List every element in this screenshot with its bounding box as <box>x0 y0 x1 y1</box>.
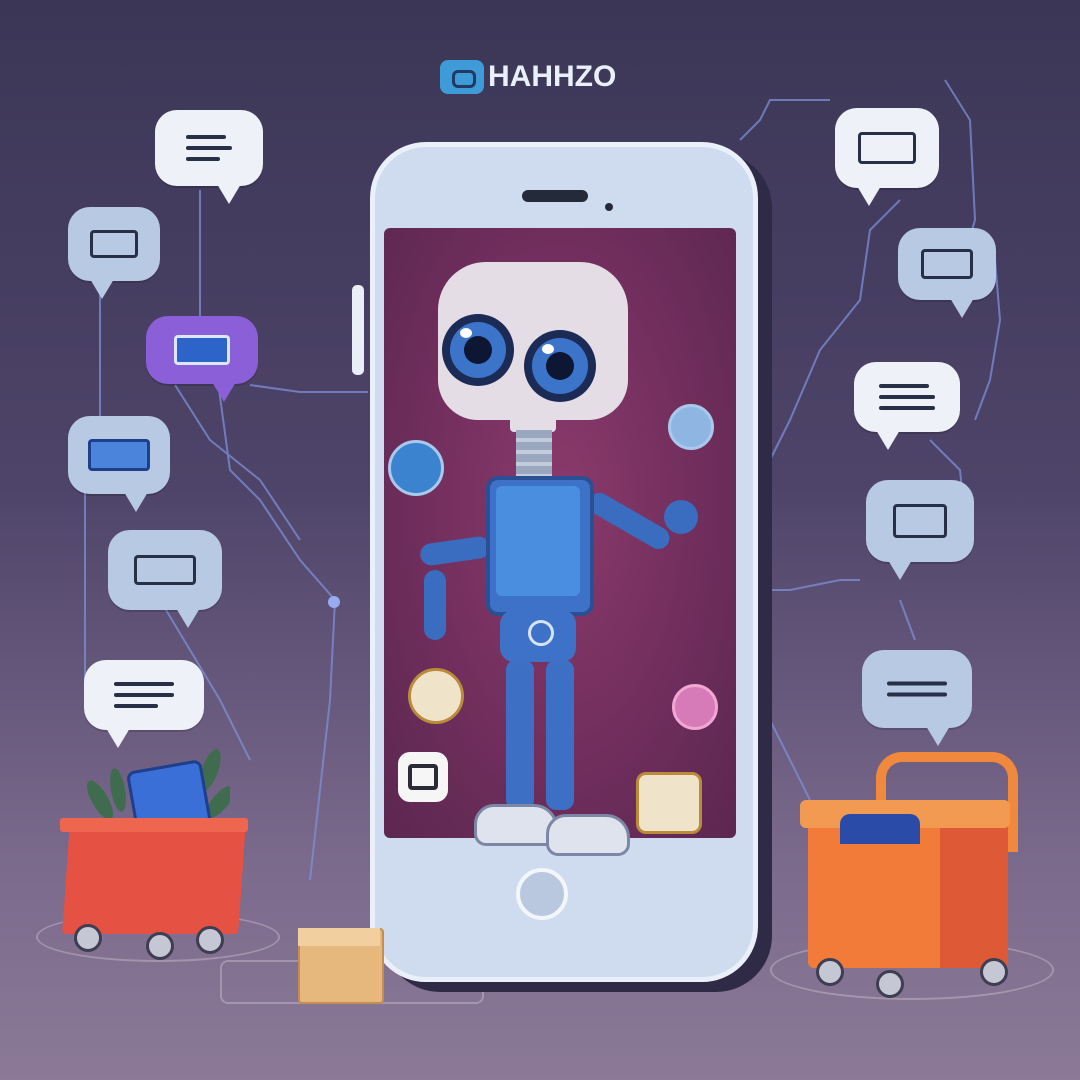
text-lines-icon <box>879 377 935 417</box>
cart-wheel <box>74 924 102 952</box>
document-icon <box>636 772 702 834</box>
robot-leg-left <box>506 660 534 810</box>
card-icon <box>90 230 138 258</box>
cart-wheel <box>876 970 904 998</box>
chat-bubble <box>854 362 960 450</box>
chat-bubble <box>146 316 258 402</box>
cart-rim <box>60 818 248 832</box>
cart-contents <box>840 814 920 844</box>
chat-bubble <box>898 228 996 318</box>
cart-wheel <box>196 926 224 954</box>
text-lines-icon <box>186 128 232 168</box>
card-icon <box>858 132 916 164</box>
card-icon <box>893 504 947 538</box>
shield-icon <box>408 668 464 724</box>
chat-bubble <box>862 650 972 746</box>
chat-bubble <box>108 530 222 628</box>
card-icon <box>921 249 973 279</box>
robot-hand <box>664 500 698 534</box>
chat-bubble <box>68 207 160 299</box>
chat-bubble <box>155 110 263 204</box>
chat-bubble <box>68 416 170 512</box>
phone-speaker <box>522 190 588 202</box>
cart-side-panel <box>940 818 1008 968</box>
robot-shoe <box>546 814 630 856</box>
cart-wheel <box>146 932 174 960</box>
phone-side-button <box>352 285 364 375</box>
text-lines-icon <box>887 675 947 704</box>
chat-bubble <box>84 660 204 748</box>
robot-neck <box>516 430 552 480</box>
home-button[interactable] <box>516 868 568 920</box>
robot-leg-right <box>546 660 574 810</box>
globe-icon <box>388 440 444 496</box>
cart-wheel <box>816 958 844 986</box>
chat-bubble <box>866 480 974 580</box>
app-icon <box>398 752 448 802</box>
badge-icon <box>672 684 718 730</box>
card-icon <box>174 335 230 365</box>
card-icon <box>88 439 150 471</box>
shopping-cart-left <box>62 822 246 934</box>
robot-eye <box>524 330 596 402</box>
brand-logo: HAHHZO <box>440 60 616 94</box>
box-lid <box>298 928 380 946</box>
robot-eye <box>442 314 514 386</box>
robot-button <box>528 620 554 646</box>
cart-wheel <box>980 958 1008 986</box>
chat-bubble-icon <box>440 60 484 94</box>
chat-bubble <box>835 108 939 206</box>
globe-icon <box>668 404 714 450</box>
robot-jaw <box>510 412 556 432</box>
robot-forearm-left <box>424 570 446 640</box>
text-lines-icon <box>114 675 174 715</box>
phone-camera <box>605 203 613 211</box>
brand-name: HAHHZO <box>488 60 617 93</box>
card-icon <box>134 555 196 585</box>
robot-chest-screen <box>496 486 580 596</box>
